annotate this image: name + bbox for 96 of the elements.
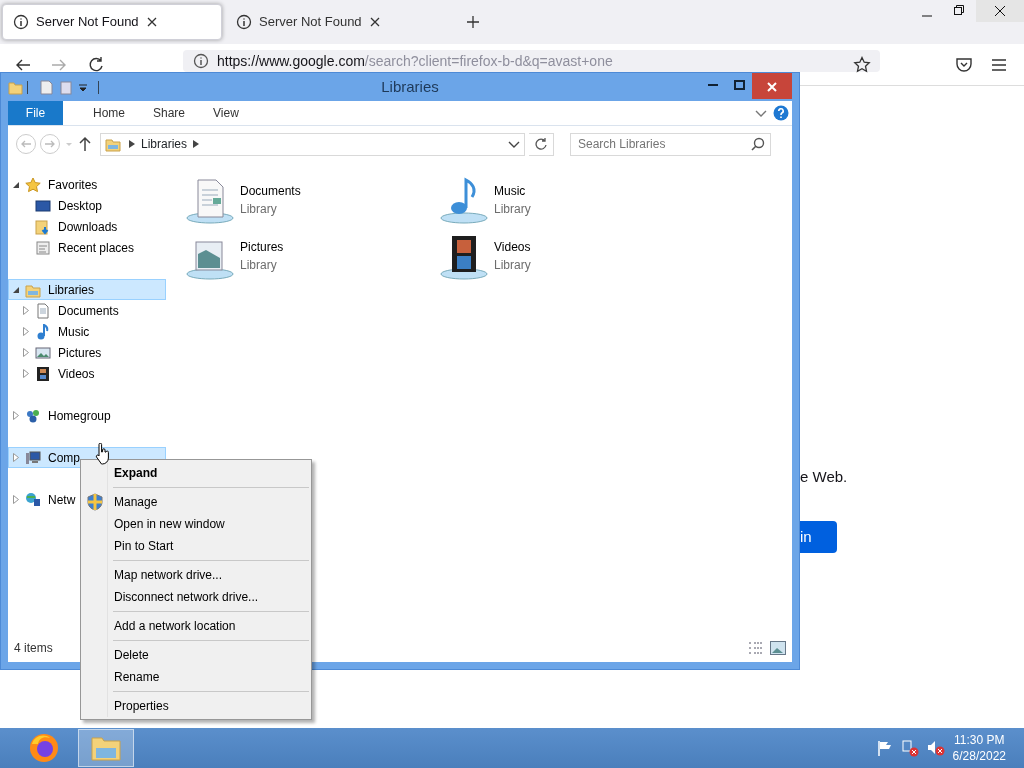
- film-icon: [35, 365, 51, 382]
- maximize-icon: [733, 80, 745, 90]
- music-library-icon: [440, 176, 490, 224]
- network-icon: [25, 491, 41, 508]
- tree-item[interactable]: Recent places: [8, 237, 166, 258]
- hand-cursor-icon: [94, 443, 110, 465]
- ribbon-tab[interactable]: File: [8, 101, 63, 125]
- new-tab-icon[interactable]: [466, 15, 480, 29]
- quick-access-toolbar-icon[interactable]: [8, 79, 100, 95]
- bookmark-star-icon[interactable]: [853, 56, 871, 74]
- clock-time: 11:30 PM: [953, 732, 1006, 748]
- network-error-icon[interactable]: [900, 739, 919, 757]
- close-icon[interactable]: [145, 16, 158, 28]
- tree-item[interactable]: Libraries: [8, 279, 166, 300]
- status-text: 4 items: [14, 640, 53, 657]
- tree-item[interactable]: Music: [8, 321, 166, 342]
- pocket-icon[interactable]: [955, 56, 973, 74]
- tree-item[interactable]: Pictures: [8, 342, 166, 363]
- menu-item[interactable]: Add a network location: [83, 615, 309, 637]
- ribbon-tab[interactable]: Home: [79, 101, 139, 125]
- flag-icon[interactable]: [876, 740, 893, 756]
- back-icon: [20, 138, 32, 150]
- shield-icon: [87, 493, 103, 511]
- details-view-icon[interactable]: [748, 641, 764, 655]
- breadcrumb-arrow-icon: [193, 140, 200, 148]
- collapsed-arrow-icon[interactable]: [23, 306, 29, 315]
- tree-item[interactable]: Favorites: [8, 174, 166, 195]
- sign-in-button[interactable]: in: [798, 521, 837, 553]
- picture-icon: [35, 344, 51, 361]
- menu-item[interactable]: Disconnect network drive...: [83, 586, 309, 608]
- search-icon[interactable]: [751, 136, 765, 151]
- document-icon: [35, 302, 51, 319]
- library-icon: [105, 136, 123, 152]
- tree-item[interactable]: Videos: [8, 363, 166, 384]
- collapsed-arrow-icon[interactable]: [23, 348, 29, 357]
- tree-item[interactable]: Desktop: [8, 195, 166, 216]
- info-icon: [13, 14, 29, 30]
- breadcrumb-arrow-icon: [129, 140, 135, 148]
- expanded-arrow-icon[interactable]: [12, 285, 20, 294]
- address-bar[interactable]: https://www.google.com/search?client=firefox-b-d&q=avast+one: [183, 50, 880, 72]
- collapsed-arrow-icon[interactable]: [23, 369, 29, 378]
- library-item[interactable]: Documents Library: [186, 172, 440, 228]
- tree-item[interactable]: Downloads: [8, 216, 166, 237]
- browser-tab[interactable]: Server Not Found: [226, 4, 446, 40]
- forward-icon: [44, 138, 56, 150]
- collapsed-arrow-icon[interactable]: [13, 411, 19, 420]
- address-field[interactable]: Libraries: [100, 132, 525, 156]
- info-icon: [236, 14, 252, 30]
- menu-icon[interactable]: [990, 56, 1008, 74]
- up-arrow-icon[interactable]: [78, 136, 92, 152]
- firefox-icon: [28, 732, 60, 764]
- close-icon[interactable]: [368, 16, 381, 28]
- restore-icon[interactable]: [954, 5, 964, 15]
- info-icon: [193, 53, 209, 69]
- speaker-muted-icon[interactable]: [926, 739, 945, 757]
- library-item[interactable]: Pictures Library: [186, 228, 440, 284]
- close-button[interactable]: [752, 73, 792, 99]
- ribbon-tab[interactable]: Share: [139, 101, 200, 125]
- close-icon: [995, 6, 1005, 16]
- page-text: e Web.: [800, 467, 848, 487]
- large-icons-view-icon[interactable]: [770, 641, 786, 655]
- ribbon-tab[interactable]: View: [199, 101, 253, 125]
- documents-library-icon: [186, 176, 236, 224]
- close-icon: [767, 81, 777, 92]
- browser-tab[interactable]: Server Not Found: [2, 4, 222, 40]
- search-field[interactable]: Search Libraries: [570, 132, 771, 156]
- refresh-icon: [535, 138, 547, 150]
- menu-item[interactable]: Open in new window: [83, 513, 309, 535]
- minimize-icon: [708, 84, 718, 86]
- menu-item[interactable]: Delete: [83, 644, 309, 666]
- window-title: Libraries: [380, 76, 440, 97]
- monitor-icon: [35, 197, 51, 214]
- computer-icon: [25, 449, 41, 466]
- menu-item[interactable]: Pin to Start: [83, 535, 309, 557]
- recent-places-icon: [35, 239, 51, 256]
- menu-item[interactable]: Properties: [83, 695, 309, 717]
- refresh-button[interactable]: [529, 132, 554, 156]
- tree-item[interactable]: Documents: [8, 300, 166, 321]
- menu-item[interactable]: Map network drive...: [83, 564, 309, 586]
- folder-download-icon: [35, 218, 51, 235]
- library-item[interactable]: Music Library: [440, 172, 694, 228]
- menu-item[interactable]: Rename: [83, 666, 309, 688]
- homegroup-icon: [25, 407, 41, 424]
- reload-icon[interactable]: [87, 56, 105, 74]
- clock-date: 6/28/2022: [952, 748, 1006, 764]
- collapsed-arrow-icon[interactable]: [23, 327, 29, 336]
- menu-item[interactable]: Manage: [83, 491, 309, 513]
- url-text: https://www.google.com/search?client=firefox-b-d&q=avast+one: [217, 51, 613, 71]
- expanded-arrow-icon[interactable]: [12, 180, 20, 189]
- collapsed-arrow-icon[interactable]: [13, 453, 19, 462]
- library-item[interactable]: Videos Library: [440, 228, 694, 284]
- help-icon[interactable]: [773, 105, 789, 121]
- tree-item[interactable]: Homegroup: [8, 405, 166, 426]
- collapsed-arrow-icon[interactable]: [13, 495, 19, 504]
- music-note-icon: [35, 323, 51, 340]
- star-icon: [25, 176, 41, 193]
